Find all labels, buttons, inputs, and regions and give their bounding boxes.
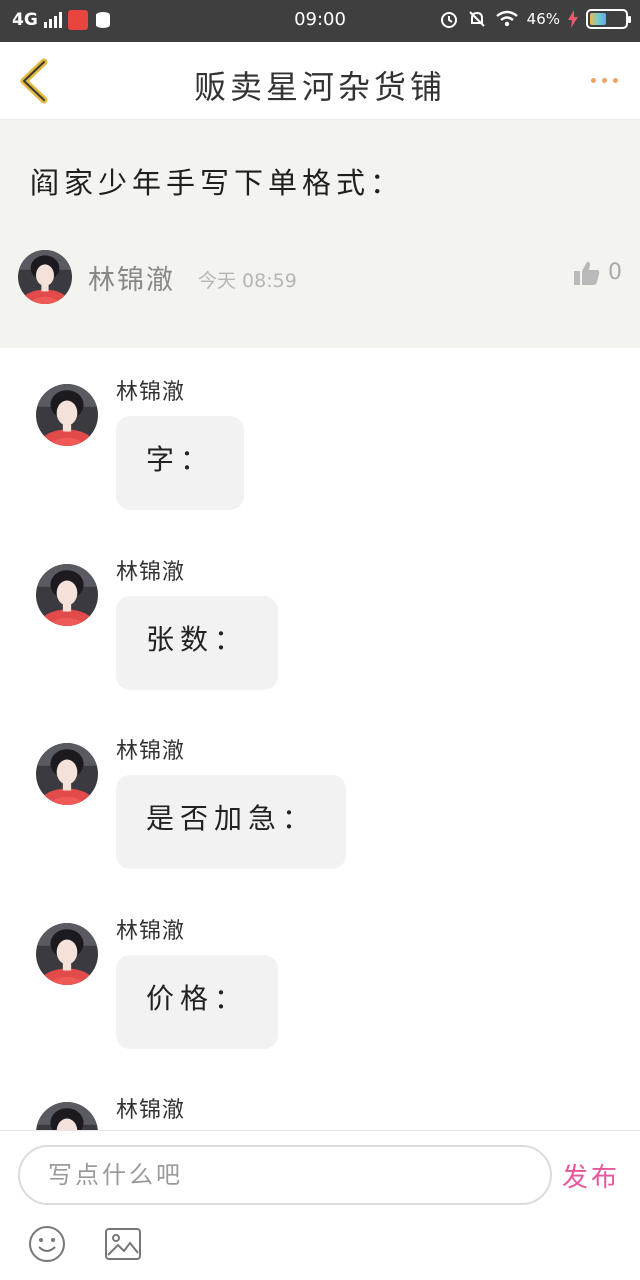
status-bar: 4G 09:00 46% — [0, 0, 640, 42]
comment-bubble: 字： — [116, 416, 245, 510]
header: 贩卖星河杂货铺 — [0, 42, 640, 120]
comment-list: 林锦澈 字： 林锦澈 张数： 林锦澈 是否加急： 林锦澈 价格： 林锦澈 — [0, 348, 640, 1130]
emoji-icon[interactable] — [28, 1225, 66, 1263]
comment-author[interactable]: 林锦澈 — [116, 554, 185, 586]
comment-item: 林锦澈 — [0, 1066, 640, 1130]
avatar[interactable] — [36, 1102, 98, 1130]
post-card: 阎家少年手写下单格式： 林锦澈 今天 08:59 0 — [0, 120, 640, 348]
battery-percent: 46% — [526, 10, 560, 28]
comment-bubble: 是否加急： — [116, 775, 347, 869]
comment-author[interactable]: 林锦澈 — [116, 733, 185, 765]
alarm-icon — [440, 12, 457, 28]
like-button[interactable]: 0 — [574, 260, 622, 285]
avatar[interactable] — [18, 250, 72, 304]
avatar[interactable] — [36, 923, 98, 985]
comment-item: 林锦澈 张数： — [0, 528, 640, 708]
status-right: 46% — [439, 9, 631, 29]
wifi-icon — [495, 10, 518, 27]
image-icon[interactable] — [104, 1227, 142, 1261]
post-text: 阎家少年手写下单格式： — [30, 166, 405, 200]
comment-item: 林锦澈 价格： — [0, 887, 640, 1067]
thumbs-up-icon — [574, 261, 600, 285]
charging-icon — [568, 10, 578, 28]
comment-item: 林锦澈 字： — [0, 348, 640, 528]
post-author[interactable]: 林锦澈 — [88, 258, 175, 297]
mute-bell-icon — [468, 11, 485, 27]
post-time: 今天 08:59 — [198, 270, 297, 292]
comment-bubble: 价格： — [116, 955, 279, 1049]
battery-icon — [586, 9, 631, 29]
comment-author[interactable]: 林锦澈 — [116, 913, 185, 945]
like-count: 0 — [608, 260, 622, 285]
avatar[interactable] — [36, 564, 98, 626]
battery-fill — [590, 13, 606, 25]
comment-author[interactable]: 林锦澈 — [116, 374, 185, 406]
publish-button[interactable]: 发布 — [562, 1157, 620, 1194]
reply-input[interactable] — [18, 1145, 552, 1205]
avatar[interactable] — [36, 384, 98, 446]
reply-bar: 发布 — [0, 1130, 640, 1280]
comment-bubble: 张数： — [116, 596, 279, 690]
avatar[interactable] — [36, 743, 98, 805]
comment-author[interactable]: 林锦澈 — [116, 1092, 185, 1124]
more-dots-icon[interactable] — [591, 78, 618, 83]
comment-item: 林锦澈 是否加急： — [0, 707, 640, 887]
page-title: 贩卖星河杂货铺 — [193, 68, 446, 106]
